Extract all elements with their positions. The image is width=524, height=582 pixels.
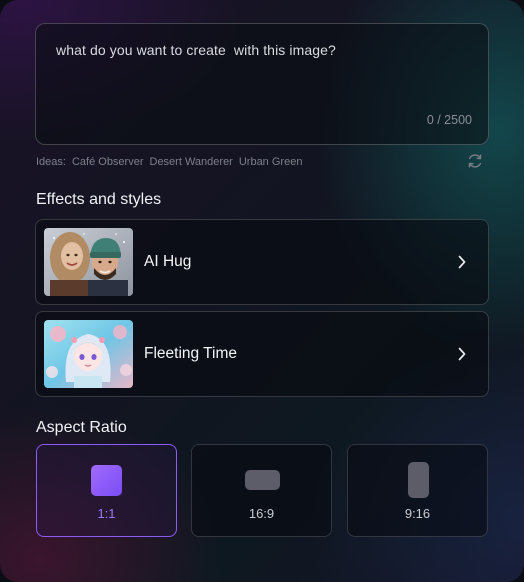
aspect-ratio-9-16[interactable]: 9:16 xyxy=(347,444,488,537)
chevron-right-icon xyxy=(458,255,466,269)
ratio-label: 1:1 xyxy=(97,506,116,521)
aspect-ratio-section-title: Aspect Ratio xyxy=(36,419,127,436)
anime-illustration-thumbnail xyxy=(44,320,133,388)
idea-desert-wanderer[interactable]: Desert Wanderer xyxy=(150,156,233,168)
landscape-ratio-icon xyxy=(245,470,280,490)
square-ratio-icon xyxy=(91,465,122,496)
ideas-label: Ideas: xyxy=(36,156,66,168)
effect-label: AI Hug xyxy=(144,253,192,270)
effect-fleeting-time[interactable]: Fleeting Time xyxy=(35,311,489,397)
portrait-ratio-icon xyxy=(408,462,429,498)
ratio-label: 16:9 xyxy=(248,506,275,521)
prompt-input[interactable]: what do you want to create with this ima… xyxy=(35,23,489,145)
effects-section-title: Effects and styles xyxy=(36,191,162,208)
idea-urban-green[interactable]: Urban Green xyxy=(239,156,303,168)
character-counter: 0 / 2500 xyxy=(426,113,472,127)
effect-ai-hug[interactable]: AI Hug xyxy=(35,219,489,305)
idea-cafe-observer[interactable]: Café Observer xyxy=(72,156,144,168)
couple-photo-thumbnail xyxy=(44,228,133,296)
prompt-placeholder: what do you want to create with this ima… xyxy=(56,42,336,58)
aspect-ratio-1-1[interactable]: 1:1 xyxy=(36,444,177,537)
chevron-right-icon xyxy=(458,347,466,361)
ideas-row: Ideas: Café Observer Desert Wanderer Urb… xyxy=(36,156,302,168)
ratio-label: 9:16 xyxy=(404,506,431,521)
create-panel: what do you want to create with this ima… xyxy=(0,0,524,582)
refresh-icon[interactable] xyxy=(466,152,484,170)
aspect-ratio-16-9[interactable]: 16:9 xyxy=(191,444,332,537)
effect-label: Fleeting Time xyxy=(144,345,238,362)
